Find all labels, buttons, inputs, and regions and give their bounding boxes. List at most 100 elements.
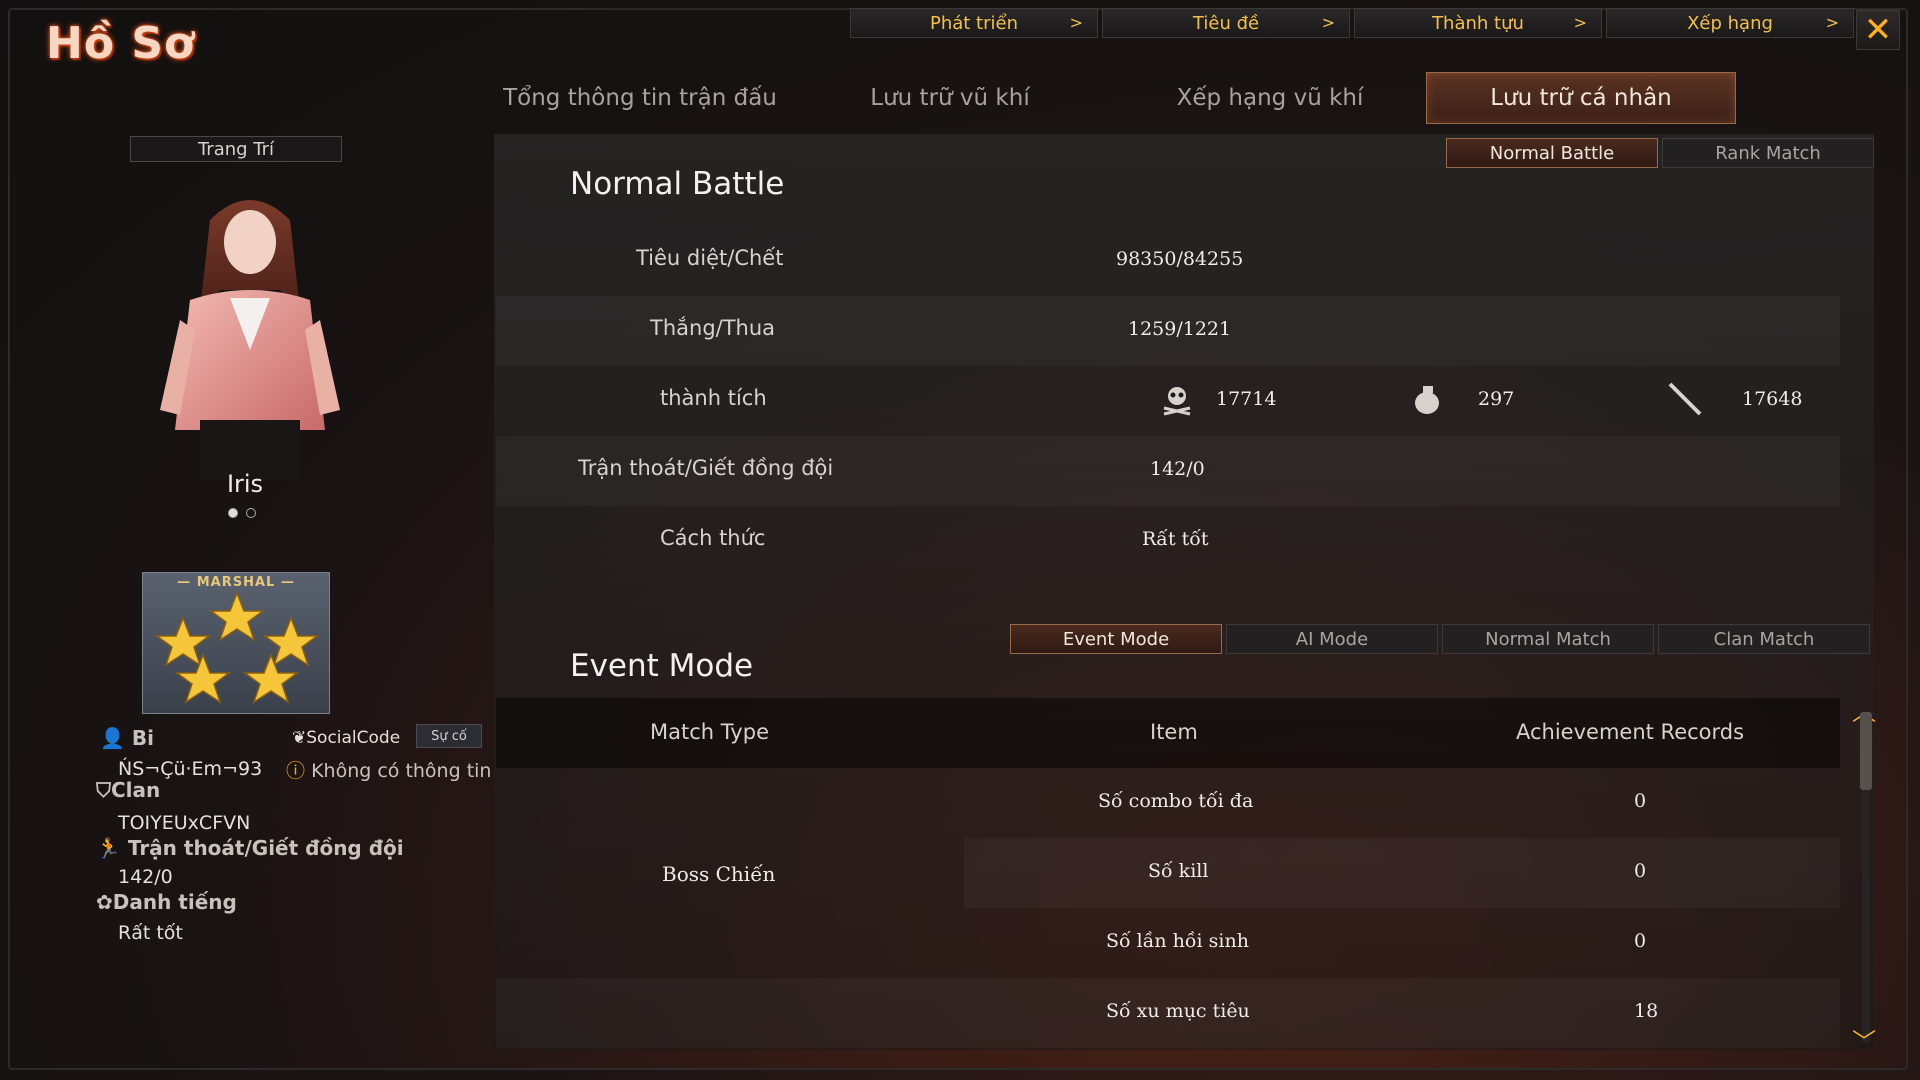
knife-icon [1668,382,1702,416]
nav-label: Thành tựu [1432,12,1524,34]
stat-row-escape: Trận thoát/Giết đồng đội 142/0 [496,436,1840,506]
social-value: ⓘ Không có thông tin [286,756,491,783]
headshot-value: 17714 [1216,388,1277,410]
nav-label: Tiêu đề [1192,12,1260,34]
tab-event-mode[interactable]: Event Mode [1010,624,1222,654]
reputation-label-text: Danh tiếng [112,890,237,914]
top-nav: Phát triển > Tiêu đề > Thành tựu > Xếp h… [850,8,1854,38]
player-name-label: 👤 Bi [100,726,154,750]
match-type-cell: Boss Chiến [662,862,776,886]
stat-value: 98350/84255 [1116,248,1244,270]
mode-tabs: Event Mode AI Mode Normal Match Clan Mat… [1010,624,1870,654]
nav-development-button[interactable]: Phát triển > [850,8,1098,38]
decorate-button[interactable]: Trang Trí [130,136,342,162]
stat-label: Thắng/Thua [650,316,776,340]
tab-personal-storage[interactable]: Lưu trữ cá nhân [1426,72,1736,124]
scroll-down-icon[interactable]: ﹀ [1852,1022,1876,1057]
rank-badge: — MARSHAL — [142,572,330,714]
column-header: Achievement Records [1516,720,1745,744]
pager-dot[interactable] [246,508,256,518]
chevron-right-icon: > [1321,13,1335,32]
column-header: Item [1150,720,1198,744]
clan-label-text: Clan [111,778,161,802]
stat-label: Trận thoát/Giết đồng đội [578,456,834,480]
socialcode-text: SocialCode [306,728,401,748]
normal-battle-title: Normal Battle [570,166,785,202]
item-cell: Số kill [1148,860,1209,882]
tab-weapon-ranking[interactable]: Xếp hạng vũ khí [1140,72,1400,124]
stat-row-achievement: thành tích 17714 297 17648 [496,366,1840,436]
window-title: Hồ Sơ [46,18,196,69]
stat-label: thành tích [660,386,767,410]
reputation-value: Rất tốt [118,922,183,944]
main-tabs: Tổng thông tin trận đấu Lưu trữ vũ khí X… [470,72,1740,126]
stat-value: Rất tốt [1142,528,1209,550]
table-row: Số lần hồi sinh 0 [964,908,1840,978]
user-icon: 👤 [100,726,125,750]
tab-clan-match[interactable]: Clan Match [1658,624,1870,654]
stars-icon [154,590,320,704]
nav-ranking-button[interactable]: Xếp hạng > [1606,8,1854,38]
rank-label: — MARSHAL — [177,575,295,590]
scrollbar-thumb[interactable] [1860,712,1872,790]
record-cell: 18 [1634,1000,1659,1022]
player-name: ŃS¬Çü·Em¬93 [118,758,263,780]
report-button[interactable]: Sự cố [416,724,482,748]
stat-value: 142/0 [1150,458,1205,480]
pager-dot-active[interactable] [228,508,238,518]
character-name: Iris [226,470,264,498]
leaf-icon: ❦ [292,728,307,748]
stat-row-kd: Tiêu diệt/Chết 98350/84255 [496,226,1840,296]
nav-label: Xếp hạng [1687,12,1773,34]
clan-icon: ⛉ [96,778,111,802]
knife-value: 17648 [1742,388,1803,410]
stat-row-style: Cách thức Rất tốt [496,506,1840,576]
character-portrait [160,200,340,480]
escape-label-text: Trận thoát/Giết đồng đội [127,836,404,860]
clan-value: TOIYEUxCFVN [118,812,251,834]
table-row: Số combo tối đa 0 [964,768,1840,838]
close-button[interactable]: ✕ [1856,10,1900,50]
table-header: Match Type Item Achievement Records [496,698,1840,768]
tab-ai-mode[interactable]: AI Mode [1226,624,1438,654]
nav-titles-button[interactable]: Tiêu đề > [1102,8,1350,38]
flower-icon: ✿ [96,890,113,914]
character-pager [228,508,256,518]
escape-label: 🏃 Trận thoát/Giết đồng đội [96,836,404,860]
run-icon: 🏃 [96,836,121,860]
column-header: Match Type [650,720,769,744]
stat-label: Tiêu diệt/Chết [636,246,784,270]
reputation-label: ✿Danh tiếng [96,890,237,914]
table-row: Số kill 0 [964,838,1840,908]
social-value-text: Không có thông tin [311,760,492,782]
item-cell: Số combo tối đa [1098,790,1254,812]
grenade-value: 297 [1478,388,1515,410]
skull-icon [1163,387,1191,416]
item-cell: Số lần hồi sinh [1106,930,1249,952]
battle-type-tabs: Normal Battle Rank Match [1446,138,1874,168]
chevron-right-icon: > [1825,13,1839,32]
tab-rank-match[interactable]: Rank Match [1662,138,1874,168]
chevron-right-icon: > [1069,13,1083,32]
tab-normal-battle[interactable]: Normal Battle [1446,138,1658,168]
escape-value: 142/0 [118,866,173,888]
help-icon: ⓘ [286,760,306,782]
chevron-right-icon: > [1573,13,1587,32]
tab-match-overview[interactable]: Tổng thông tin trận đấu [470,72,810,124]
tab-normal-match[interactable]: Normal Match [1442,624,1654,654]
event-mode-title: Event Mode [570,648,754,684]
stat-value: 1259/1221 [1128,318,1232,340]
record-cell: 0 [1634,790,1647,812]
item-cell: Số xu mục tiêu [1106,1000,1250,1022]
clan-label: ⛉Clan [96,778,160,802]
nav-label: Phát triển [929,12,1018,34]
tab-weapon-storage[interactable]: Lưu trữ vũ khí [830,72,1070,124]
record-cell: 0 [1634,930,1647,952]
name-label-text: Bi [131,726,154,750]
table-row: Số xu mục tiêu 18 [496,978,1840,1048]
socialcode-label: ❦SocialCode [292,728,400,748]
nav-achievements-button[interactable]: Thành tựu > [1354,8,1602,38]
stat-row-winloss: Thắng/Thua 1259/1221 [496,296,1840,366]
close-icon: ✕ [1863,10,1893,50]
stat-label: Cách thức [660,526,766,550]
